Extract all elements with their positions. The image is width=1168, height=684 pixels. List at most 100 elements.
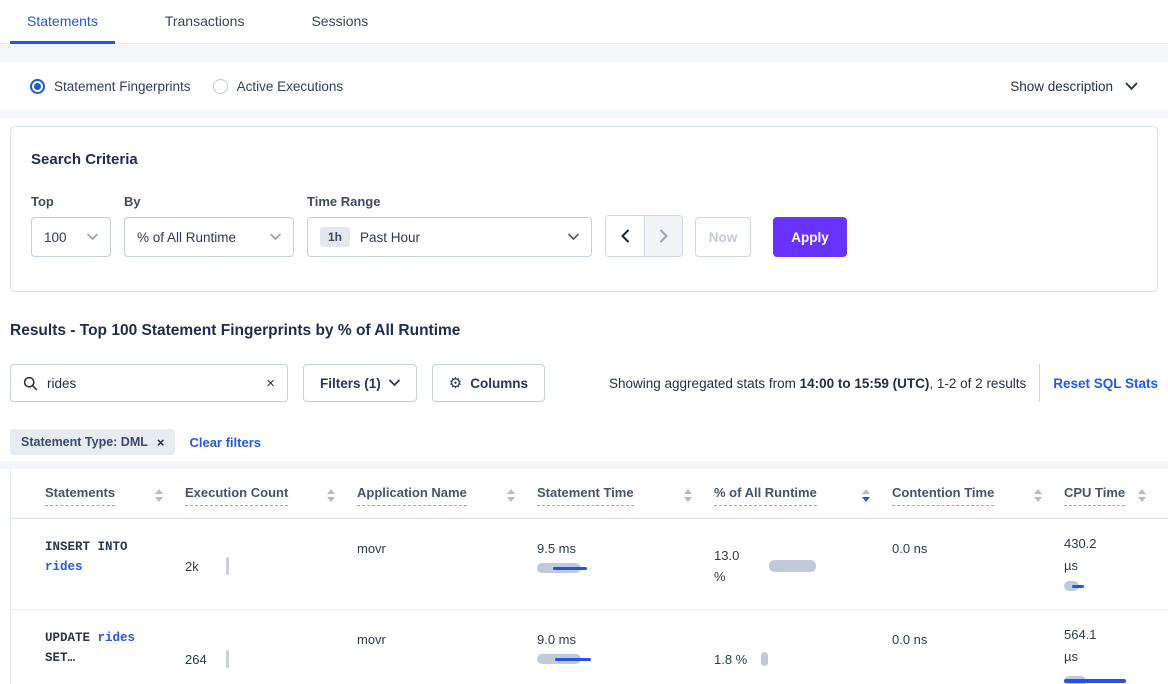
statements-table: Statements Execution Count Application N…: [10, 469, 1168, 684]
statement-cell: INSERT INTO rides: [45, 519, 185, 609]
statement-link-rides[interactable]: rides: [98, 631, 136, 645]
execution-count-cell: 2k: [185, 519, 357, 609]
statement-time-cell: 9.5 ms: [537, 519, 714, 609]
cpu-time-bar: [1064, 676, 1126, 684]
sort-icon: [155, 489, 163, 502]
chevron-left-icon: [620, 229, 630, 243]
by-select-value: % of All Runtime: [137, 230, 236, 245]
sort-icon: [327, 489, 335, 502]
clear-filters-link[interactable]: Clear filters: [189, 435, 261, 450]
clear-search-icon[interactable]: ×: [266, 376, 275, 391]
pct-runtime-bar: [761, 652, 768, 666]
previous-time-range-button[interactable]: [606, 216, 644, 256]
top-label: Top: [31, 194, 111, 209]
radio-unselected-icon: [213, 79, 228, 94]
table-header-row: Statements Execution Count Application N…: [11, 469, 1168, 519]
time-range-stepper: [605, 215, 683, 257]
by-select[interactable]: % of All Runtime: [124, 217, 294, 257]
top-select-value: 100: [44, 230, 67, 245]
gear-icon: ⚙: [449, 374, 462, 392]
execution-count-bar: [226, 650, 229, 668]
search-input[interactable]: [47, 376, 266, 391]
chevron-down-icon: [389, 379, 400, 387]
tab-sessions[interactable]: Sessions: [294, 0, 385, 44]
column-header-application-name[interactable]: Application Name: [357, 485, 537, 518]
application-name-cell: movr: [357, 519, 537, 609]
remove-filter-icon[interactable]: ×: [157, 436, 165, 449]
tab-transactions[interactable]: Transactions: [148, 0, 262, 44]
table-row-update-rides: UPDATE rides SET… 264 movr 9.0 ms 1.8 % …: [11, 610, 1168, 684]
section-gap: [0, 110, 1168, 118]
radio-label: Statement Fingerprints: [54, 79, 191, 94]
show-description-label: Show description: [1010, 79, 1113, 94]
radio-statement-fingerprints[interactable]: Statement Fingerprints: [30, 79, 191, 94]
cpu-time-bar: [1064, 581, 1094, 591]
execution-count-cell: 264: [185, 610, 357, 684]
sort-icon: [1034, 489, 1042, 502]
statement-cell: UPDATE rides SET…: [45, 610, 185, 684]
contention-time-cell: 0.0 ns: [892, 519, 1064, 609]
sort-icon: [684, 489, 692, 502]
sort-icon: [507, 489, 515, 502]
sort-icon-active-desc: [862, 489, 870, 502]
top-select[interactable]: 100: [31, 217, 111, 257]
time-range-value: Past Hour: [360, 230, 420, 245]
sort-icon: [1138, 489, 1146, 502]
tab-statements[interactable]: Statements: [10, 0, 115, 44]
pct-runtime-bar: [769, 560, 816, 572]
results-heading: Results - Top 100 Statement Fingerprints…: [10, 322, 1158, 340]
chevron-down-icon: [270, 233, 281, 241]
next-time-range-button[interactable]: [644, 216, 682, 256]
statement-link-rides[interactable]: rides: [45, 560, 83, 574]
statement-time-cell: 9.0 ms: [537, 610, 714, 684]
column-header-execution-count[interactable]: Execution Count: [185, 485, 357, 518]
pct-runtime-cell: 13.0 %: [714, 519, 892, 609]
section-gap: [0, 461, 1168, 469]
filters-button[interactable]: Filters (1): [303, 364, 417, 402]
column-header-contention-time[interactable]: Contention Time: [892, 485, 1064, 518]
view-mode-bar: Statement Fingerprints Active Executions…: [0, 62, 1168, 110]
cpu-time-cell: 430.2 µs: [1064, 519, 1168, 609]
search-criteria-card: Search Criteria Top 100 By % of All Runt…: [10, 126, 1158, 292]
section-gap: [0, 44, 1168, 62]
cpu-time-cell: 564.1 µs: [1064, 610, 1168, 684]
search-icon: [23, 376, 38, 391]
column-header-statements[interactable]: Statements: [45, 485, 185, 518]
contention-time-cell: 0.0 ns: [892, 610, 1064, 684]
table-row-insert-rides: INSERT INTO rides 2k movr 9.5 ms 13.0 % …: [11, 519, 1168, 610]
active-filters-row: Statement Type: DML × Clear filters: [10, 429, 1158, 455]
columns-button-label: Columns: [470, 376, 528, 391]
radio-selected-icon: [30, 79, 45, 94]
time-range-select[interactable]: 1h Past Hour: [307, 217, 592, 257]
search-criteria-title: Search Criteria: [31, 151, 1137, 168]
chevron-right-icon: [659, 229, 669, 243]
apply-button[interactable]: Apply: [773, 217, 847, 257]
time-range-label: Time Range: [307, 194, 592, 209]
divider: [1039, 364, 1040, 402]
show-description-toggle[interactable]: Show description: [1010, 79, 1138, 94]
column-header-statement-time[interactable]: Statement Time: [537, 485, 714, 518]
results-toolbar: × Filters (1) ⚙ Columns Showing aggregat…: [10, 364, 1158, 402]
sql-activity-tabbar: Statements Transactions Sessions: [0, 0, 1168, 44]
pct-runtime-cell: 1.8 %: [714, 610, 892, 684]
radio-label: Active Executions: [237, 79, 344, 94]
column-header-cpu-time[interactable]: CPU Time: [1064, 485, 1168, 518]
filter-chip-statement-type[interactable]: Statement Type: DML ×: [10, 429, 175, 455]
columns-button[interactable]: ⚙ Columns: [432, 364, 545, 402]
filter-chip-label: Statement Type: DML: [21, 435, 148, 449]
reset-sql-stats-link[interactable]: Reset SQL Stats: [1053, 376, 1158, 391]
statement-time-bar: [537, 654, 593, 664]
chevron-down-icon: [568, 233, 579, 241]
chevron-down-icon: [87, 233, 98, 241]
radio-active-executions[interactable]: Active Executions: [213, 79, 344, 94]
by-label: By: [124, 194, 294, 209]
execution-count-bar: [226, 557, 229, 575]
column-header-pct-of-all-runtime[interactable]: % of All Runtime: [714, 485, 892, 518]
application-name-cell: movr: [357, 610, 537, 684]
search-box: ×: [10, 364, 288, 402]
statement-time-bar: [537, 563, 591, 573]
now-button[interactable]: Now: [695, 217, 751, 257]
chevron-down-icon: [1125, 82, 1138, 91]
results-status: Showing aggregated stats from 14:00 to 1…: [609, 376, 1026, 391]
filters-button-label: Filters (1): [320, 376, 381, 391]
